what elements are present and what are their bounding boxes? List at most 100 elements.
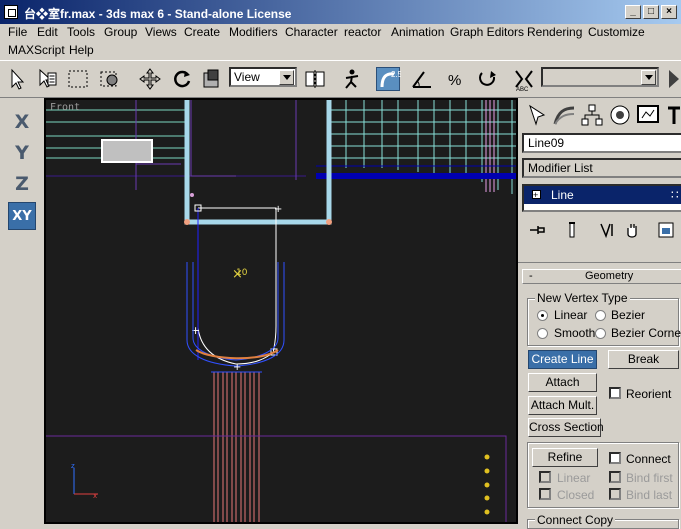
- new-vertex-type-title: New Vertex Type: [535, 291, 630, 305]
- hierarchy-tab-icon[interactable]: [578, 100, 606, 130]
- display-tab-icon[interactable]: [634, 100, 662, 130]
- divider: [518, 262, 681, 263]
- rollout-title: Geometry: [585, 270, 634, 282]
- attach-button[interactable]: Attach: [528, 373, 597, 392]
- pivot-center-icon[interactable]: [303, 67, 327, 91]
- menu-help[interactable]: Help: [69, 43, 94, 57]
- select-by-name-icon[interactable]: [34, 67, 58, 91]
- angle-snap-icon[interactable]: [410, 67, 434, 91]
- svg-text:+: +: [274, 204, 282, 215]
- expand-icon[interactable]: [532, 186, 541, 204]
- create-line-button[interactable]: Create Line: [528, 350, 597, 369]
- menu-group[interactable]: Group: [104, 25, 137, 39]
- select-object-icon[interactable]: [4, 67, 28, 91]
- menu-customize[interactable]: Customize: [588, 25, 645, 39]
- svg-text:ABC: ABC: [516, 87, 529, 91]
- modifier-list-dropdown[interactable]: Modifier List: [522, 158, 681, 178]
- spinner-snap-icon[interactable]: [476, 67, 500, 91]
- scale-icon[interactable]: [200, 67, 224, 91]
- closed-checkbox[interactable]: [539, 488, 551, 500]
- radio-bezier[interactable]: [595, 310, 606, 321]
- radio-linear[interactable]: [537, 310, 548, 321]
- restrict-x-button[interactable]: X: [8, 108, 36, 136]
- mirror-icon[interactable]: [665, 67, 681, 91]
- snap-toggle-icon[interactable]: 2.5: [376, 67, 403, 91]
- radio-linear-label: Linear: [554, 308, 588, 322]
- radio-bezier-corner-label: Bezier Corner: [611, 326, 681, 340]
- object-name-field[interactable]: Line09: [522, 133, 681, 153]
- menu-create[interactable]: Create: [184, 25, 220, 39]
- stack-item-label: Line: [551, 188, 574, 202]
- radio-smooth-label: Smooth: [554, 326, 596, 340]
- menu-file[interactable]: File: [8, 25, 27, 39]
- reference-coordinate-select[interactable]: View: [229, 67, 297, 87]
- rollout-collapse-icon: -: [529, 270, 533, 282]
- linear-checkbox[interactable]: [539, 471, 551, 483]
- menu-bar: File Edit Tools Group Views Create Modif…: [0, 24, 681, 60]
- percent-snap-icon[interactable]: %: [443, 67, 467, 91]
- connect-label: Connect: [626, 452, 671, 466]
- restrict-xy-button[interactable]: XY: [8, 202, 36, 230]
- utilities-tab-icon[interactable]: [662, 100, 681, 130]
- radio-smooth[interactable]: [537, 328, 548, 339]
- stack-item-line[interactable]: Line ∷: [524, 186, 681, 204]
- viewport-label[interactable]: Front: [50, 102, 80, 113]
- linear-checkbox-label: Linear: [557, 471, 591, 485]
- menu-edit[interactable]: Edit: [37, 25, 58, 39]
- svg-text:+: +: [233, 362, 241, 373]
- menu-animation[interactable]: Animation: [391, 25, 444, 39]
- edit-named-selection-icon[interactable]: ABC: [512, 67, 536, 93]
- modifier-stack[interactable]: Line ∷: [522, 184, 681, 212]
- menu-tools[interactable]: Tools: [67, 25, 95, 39]
- connect-copy-title: Connect Copy: [535, 513, 616, 527]
- radio-bezier-label: Bezier: [611, 308, 646, 322]
- create-tab-icon[interactable]: [522, 100, 550, 130]
- menu-maxscript[interactable]: MAXScript: [8, 43, 65, 57]
- menu-character[interactable]: Character: [285, 25, 338, 39]
- attach-mult-button[interactable]: Attach Mult.: [528, 396, 597, 415]
- restrict-y-button[interactable]: Y: [8, 139, 36, 167]
- modifier-list-label: Modifier List: [528, 161, 593, 175]
- reorient-label: Reorient: [626, 387, 672, 401]
- remove-modifier-icon[interactable]: [622, 220, 642, 240]
- bind-first-label: Bind first: [626, 471, 673, 485]
- command-panel: Line09 Modifier List Line ∷ - Geometry N…: [518, 98, 681, 529]
- menu-rendering[interactable]: Rendering: [527, 25, 582, 39]
- window-title: 台❖室fr.max - 3ds max 6 - Stand-alone Lice…: [24, 7, 292, 21]
- move-icon[interactable]: [138, 67, 162, 91]
- bind-last-checkbox[interactable]: [609, 488, 621, 500]
- modify-tab-icon[interactable]: [550, 100, 578, 130]
- rectangular-selection-icon[interactable]: [66, 67, 90, 91]
- cross-section-button[interactable]: Cross Section: [528, 418, 604, 437]
- minimize-button[interactable]: _: [625, 5, 641, 19]
- rotate-icon[interactable]: [170, 67, 194, 91]
- configure-modifier-sets-icon[interactable]: [656, 220, 676, 240]
- restrict-z-button[interactable]: Z: [8, 170, 36, 198]
- geometry-rollout-header[interactable]: - Geometry: [522, 269, 681, 284]
- menu-views[interactable]: Views: [145, 25, 177, 39]
- maximize-button[interactable]: □: [643, 5, 659, 19]
- motion-tab-icon[interactable]: [606, 100, 634, 130]
- named-selection-select[interactable]: [541, 67, 659, 87]
- connect-checkbox[interactable]: [609, 452, 621, 464]
- menu-reactor[interactable]: reactor: [344, 25, 381, 39]
- title-bar: 台❖室fr.max - 3ds max 6 - Stand-alone Lice…: [0, 0, 681, 24]
- app-icon[interactable]: [4, 5, 18, 19]
- reorient-checkbox[interactable]: [609, 387, 621, 399]
- show-end-result-icon[interactable]: [562, 220, 582, 240]
- pin-stack-icon[interactable]: [528, 220, 548, 240]
- refine-button[interactable]: Refine: [532, 448, 598, 467]
- make-unique-icon[interactable]: [598, 220, 618, 240]
- bind-first-checkbox[interactable]: [609, 471, 621, 483]
- front-viewport[interactable]: + + × 10 + x z Front: [44, 98, 518, 524]
- window-crossing-icon[interactable]: [98, 67, 122, 91]
- main-toolbar: View 2.5 % ABC: [0, 60, 681, 98]
- menu-graph-editors[interactable]: Graph Editors: [450, 25, 524, 39]
- close-button[interactable]: ×: [661, 5, 677, 19]
- break-button[interactable]: Break: [608, 350, 679, 369]
- menu-modifiers[interactable]: Modifiers: [229, 25, 278, 39]
- select-manipulate-icon[interactable]: [340, 67, 364, 91]
- radio-bezier-corner[interactable]: [595, 328, 606, 339]
- viewport-scene: + + × 10 + x z: [46, 100, 516, 522]
- svg-text:2.5: 2.5: [391, 70, 401, 79]
